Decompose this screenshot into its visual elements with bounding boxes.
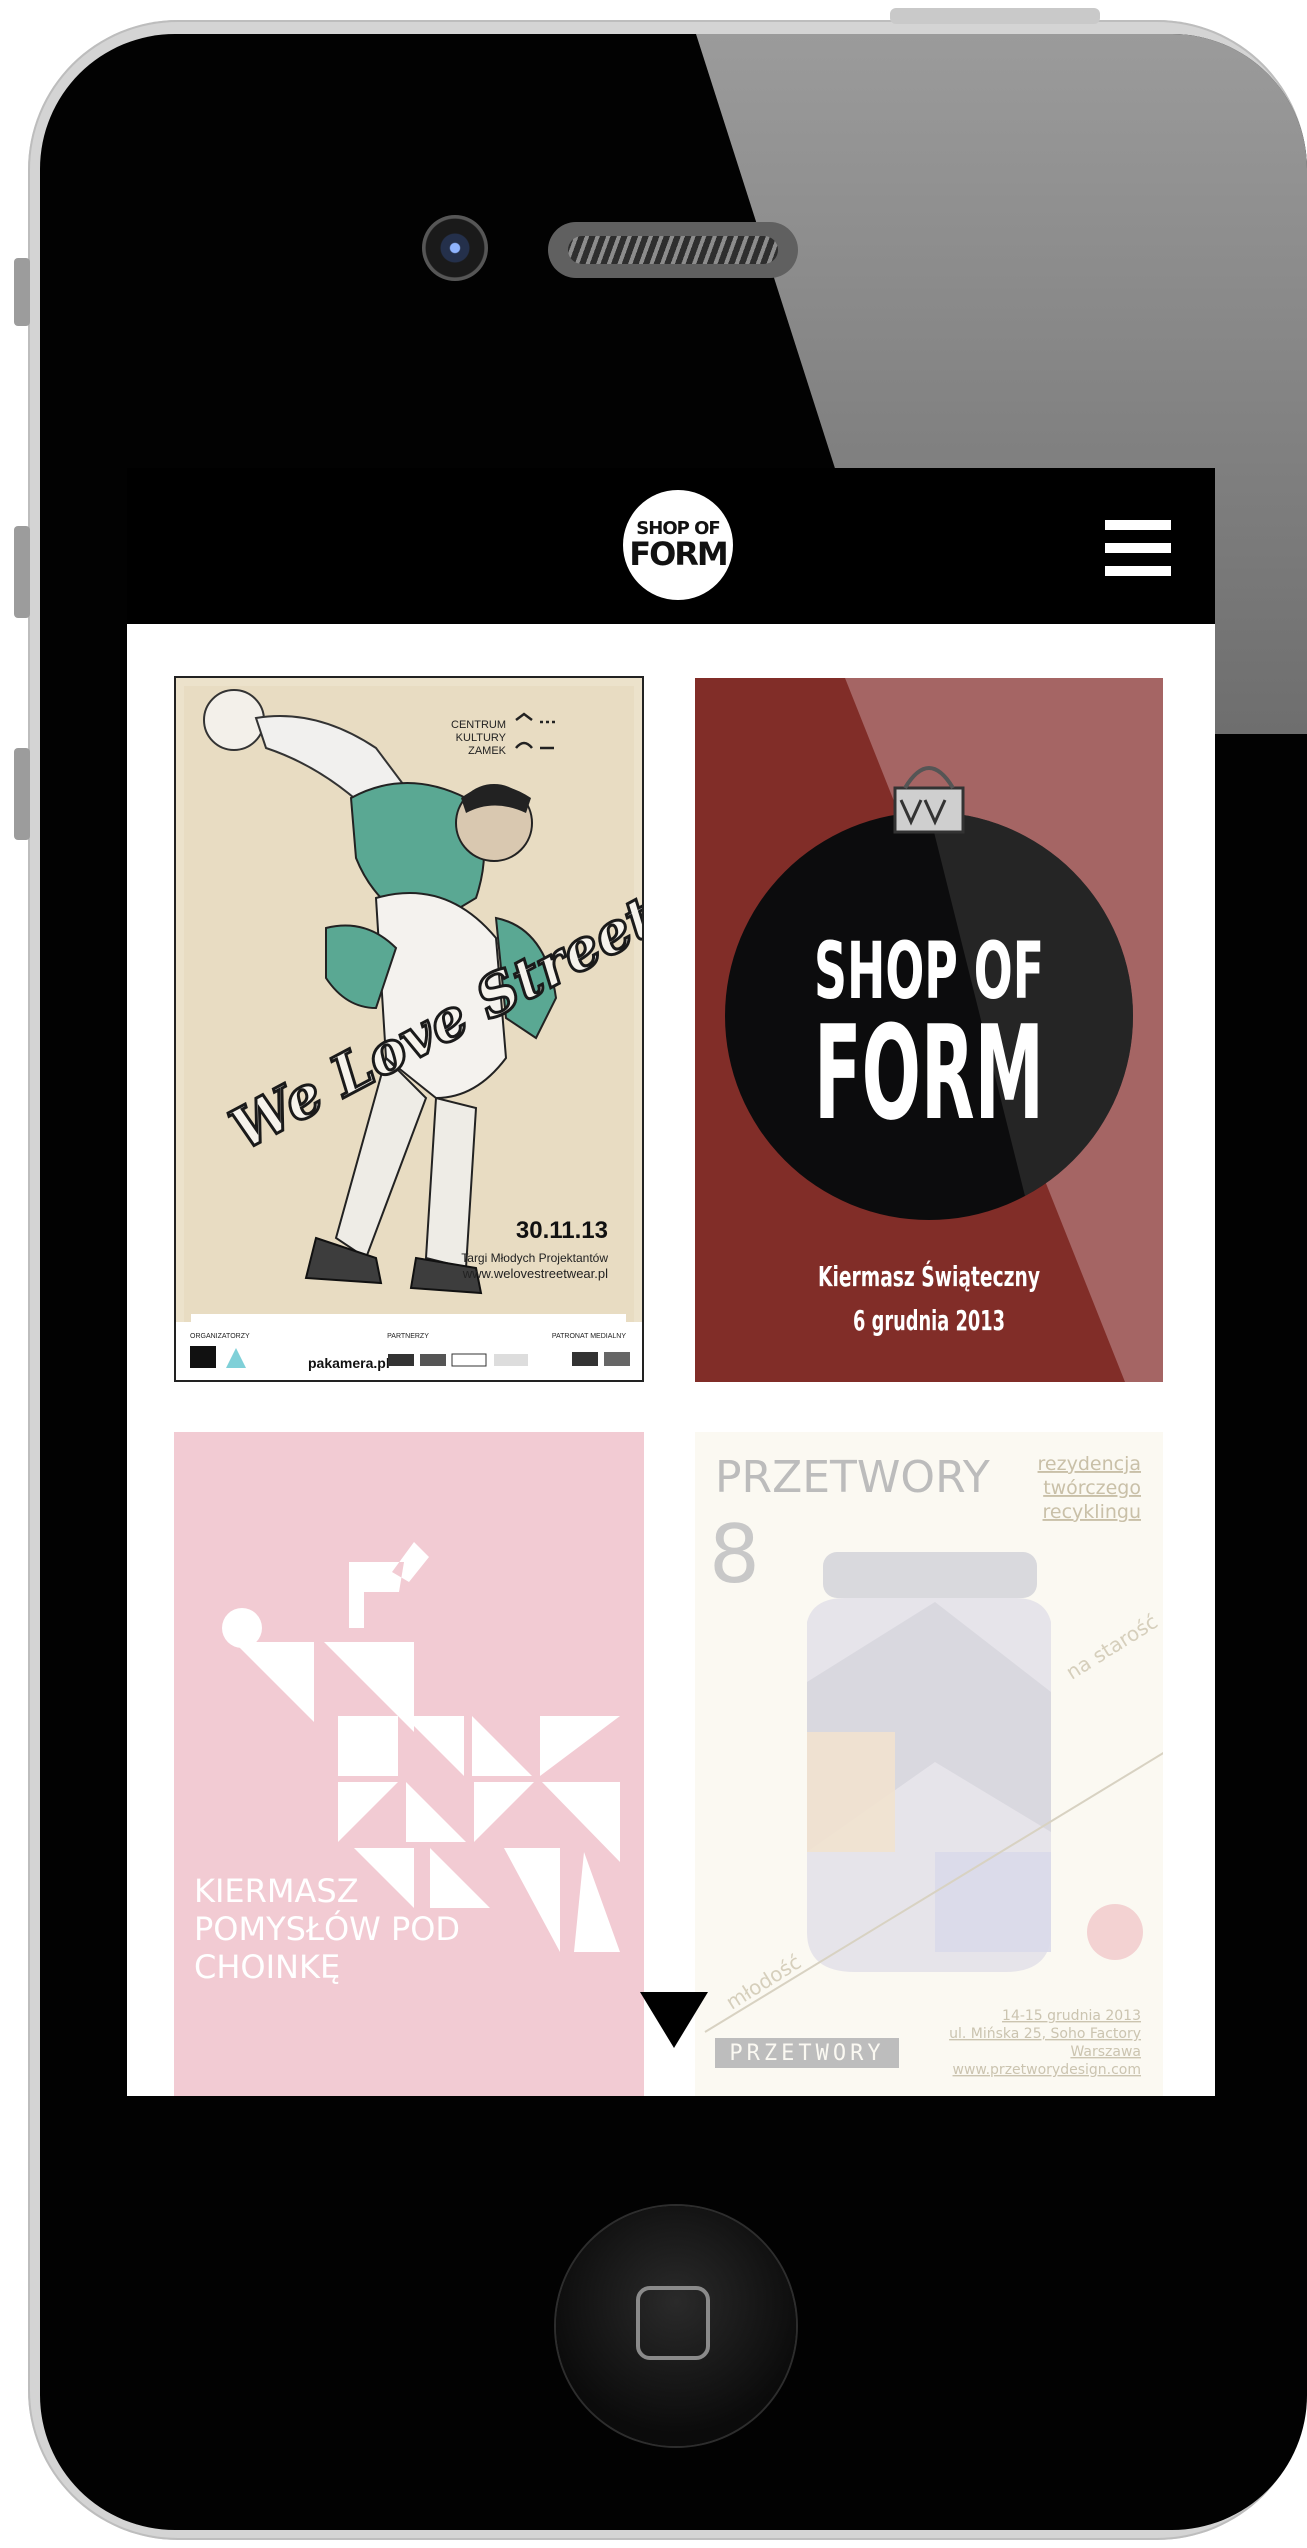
przetwory-tagline-1: rezydencja bbox=[1038, 1453, 1141, 1475]
footer-organizers: ORGANIZATORZY bbox=[190, 1333, 250, 1340]
przetwory-number: 8 bbox=[709, 1508, 760, 1601]
home-square-icon bbox=[636, 2286, 710, 2360]
przetwory-tagline-3: recyklingu bbox=[1043, 1501, 1141, 1523]
poster-we-love-streetwear[interactable]: We Love Streetwear CENTRUM KULTURY ZAMEK… bbox=[174, 676, 644, 1382]
poster-przetwory[interactable]: PRZETWORY 8 rezydencja twórczego recykli… bbox=[695, 1432, 1163, 2096]
phone-screen: SHOP OF FORM We Love CENTRUM KULTURY ZAM… bbox=[127, 468, 1215, 2096]
footer-partners: PARTNERZY bbox=[387, 1333, 429, 1340]
przetwory-brand: PRZETWORY bbox=[729, 2041, 884, 2066]
poster-shop-of-form-kiermasz[interactable]: SHOP OF FORM Kiermasz Świąteczny 6 grudn… bbox=[695, 678, 1163, 1382]
site-header: SHOP OF FORM bbox=[127, 468, 1215, 624]
deer-illustration: KIERMASZ POMYSŁÓW POD CHOINKĘ bbox=[194, 1542, 620, 1986]
sponsor-pakamera: pakamera.pl bbox=[308, 1355, 390, 1371]
kiermasz-event-date: 6 grudnia 2013 bbox=[853, 1304, 1005, 1337]
streetwear-date: 30.11.13 bbox=[516, 1217, 608, 1244]
streetwear-url: www.welovestreetwear.pl bbox=[462, 1266, 608, 1281]
front-camera bbox=[422, 215, 488, 281]
venue-line1: CENTRUM bbox=[451, 719, 506, 731]
przetwory-jar-illustration: PRZETWORY 8 rezydencja twórczego recykli… bbox=[704, 1452, 1163, 2078]
przetwory-title: PRZETWORY bbox=[715, 1452, 990, 1503]
przetwory-diag-left: młodość bbox=[722, 1950, 806, 2015]
home-button[interactable] bbox=[556, 2206, 796, 2446]
pomyslow-line3: CHOINKĘ bbox=[194, 1948, 340, 1986]
przetwory-date: 14-15 grudnia 2013 bbox=[1002, 2008, 1141, 2024]
footer-media: PATRONAT MEDIALNY bbox=[552, 1333, 626, 1340]
scroll-down-arrow-icon[interactable] bbox=[640, 1992, 708, 2048]
streetwear-illustration: We Love Streetwear CENTRUM KULTURY ZAMEK… bbox=[176, 686, 642, 1380]
volume-up-button bbox=[14, 526, 30, 618]
pomyslow-line2: POMYSŁÓW POD bbox=[194, 1909, 460, 1948]
venue-line2: KULTURY bbox=[456, 732, 507, 744]
przetwory-address: ul. Mińska 25, Soho Factory bbox=[949, 2026, 1141, 2042]
kiermasz-title-line2: FORM bbox=[814, 997, 1044, 1149]
przetwory-url: www.przetworydesign.com bbox=[953, 2062, 1141, 2078]
hamburger-menu-icon[interactable] bbox=[1105, 520, 1171, 576]
poster-kiermasz-pomyslow[interactable]: KIERMASZ POMYSŁÓW POD CHOINKĘ bbox=[174, 1432, 644, 2096]
volume-down-button bbox=[14, 748, 30, 840]
venue-line3: ZAMEK bbox=[468, 745, 507, 757]
logo-text-line2: FORM bbox=[629, 535, 729, 573]
przetwory-city: Warszawa bbox=[1070, 2044, 1141, 2060]
kiermasz-event-name: Kiermasz Świąteczny bbox=[818, 1259, 1040, 1293]
pomyslow-line1: KIERMASZ bbox=[194, 1872, 359, 1910]
przetwory-tagline-2: twórczego bbox=[1043, 1477, 1141, 1499]
streetwear-subtitle: Targi Młodych Projektantów bbox=[461, 1251, 608, 1265]
power-button bbox=[890, 8, 1100, 24]
mute-switch bbox=[14, 258, 30, 326]
shop-of-form-poster-art: SHOP OF FORM Kiermasz Świąteczny 6 grudn… bbox=[725, 678, 1163, 1382]
earpiece-speaker bbox=[548, 222, 798, 278]
poster-grid: We Love Streetwear CENTRUM KULTURY ZAMEK… bbox=[127, 624, 1215, 2096]
przetwory-diag-right: na starość bbox=[1062, 1609, 1162, 1684]
shop-of-form-logo[interactable]: SHOP OF FORM bbox=[623, 490, 733, 600]
